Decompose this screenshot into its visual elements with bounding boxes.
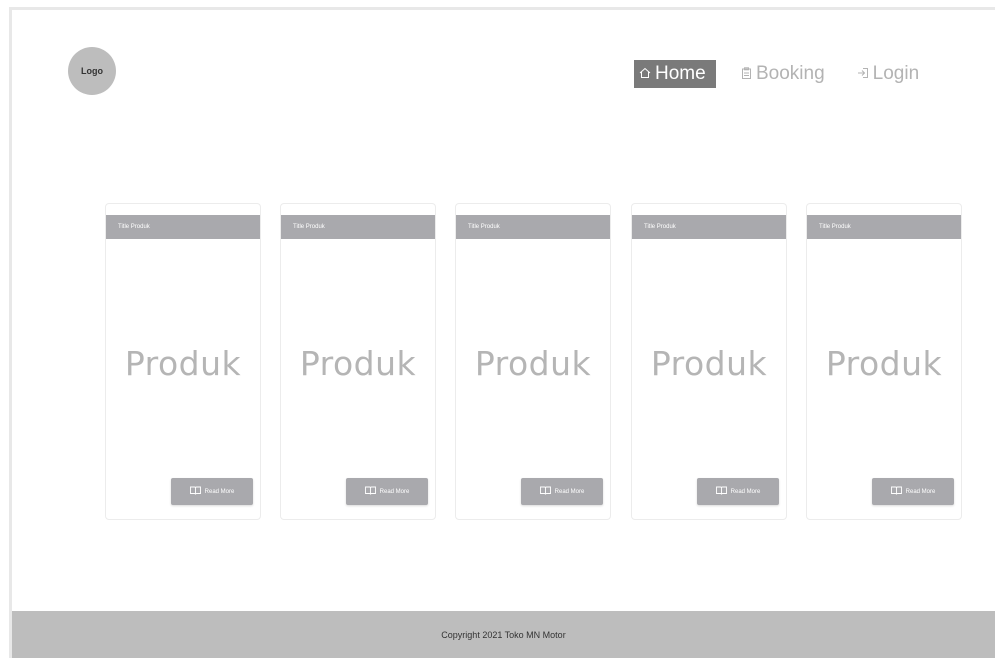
home-icon bbox=[639, 67, 651, 82]
product-title: Title Produk bbox=[456, 215, 610, 239]
book-icon bbox=[715, 486, 727, 497]
product-card: Title Produk Produk Read More bbox=[806, 203, 962, 520]
logo[interactable]: Logo bbox=[68, 47, 116, 95]
product-body: Produk bbox=[299, 344, 417, 383]
product-body: Produk bbox=[124, 344, 242, 383]
book-icon bbox=[364, 486, 376, 497]
copyright-text: Copyright 2021 Toko MN Motor bbox=[441, 629, 566, 640]
footer: Copyright 2021 Toko MN Motor bbox=[12, 611, 995, 658]
nav-home-label: Home bbox=[655, 63, 706, 84]
nav-booking[interactable]: Booking bbox=[736, 60, 830, 88]
read-more-button[interactable]: Read More bbox=[171, 478, 253, 505]
book-icon bbox=[890, 486, 902, 497]
read-more-label: Read More bbox=[554, 488, 585, 495]
nav-login-label: Login bbox=[872, 63, 920, 84]
product-card: Title Produk Produk Read More bbox=[631, 203, 787, 520]
product-card: Title Produk Produk Read More bbox=[105, 203, 261, 520]
read-more-label: Read More bbox=[730, 488, 761, 495]
product-body: Produk bbox=[650, 344, 768, 383]
nav-booking-label: Booking bbox=[756, 63, 825, 84]
product-title: Title Produk bbox=[807, 215, 961, 239]
product-card: Title Produk Produk Read More bbox=[280, 203, 436, 520]
read-more-label: Read More bbox=[204, 488, 235, 495]
product-body: Produk bbox=[474, 344, 592, 383]
product-body: Produk bbox=[825, 344, 943, 383]
product-title: Title Produk bbox=[281, 215, 435, 239]
book-icon bbox=[189, 486, 201, 497]
nav-home[interactable]: Home bbox=[634, 60, 716, 88]
read-more-label: Read More bbox=[905, 488, 936, 495]
product-title: Title Produk bbox=[106, 215, 260, 239]
product-card: Title Produk Produk Read More bbox=[455, 203, 611, 520]
nav-login[interactable]: Login bbox=[852, 60, 925, 88]
main-nav: Home Booking Login bbox=[634, 60, 924, 88]
read-more-button[interactable]: Read More bbox=[872, 478, 954, 505]
read-more-label: Read More bbox=[379, 488, 410, 495]
read-more-button[interactable]: Read More bbox=[521, 478, 603, 505]
product-title: Title Produk bbox=[632, 215, 786, 239]
clipboard-icon bbox=[741, 66, 752, 82]
read-more-button[interactable]: Read More bbox=[346, 478, 428, 505]
login-icon bbox=[857, 67, 869, 82]
read-more-button[interactable]: Read More bbox=[697, 478, 779, 505]
logo-text: Logo bbox=[81, 66, 103, 76]
book-icon bbox=[539, 486, 551, 497]
